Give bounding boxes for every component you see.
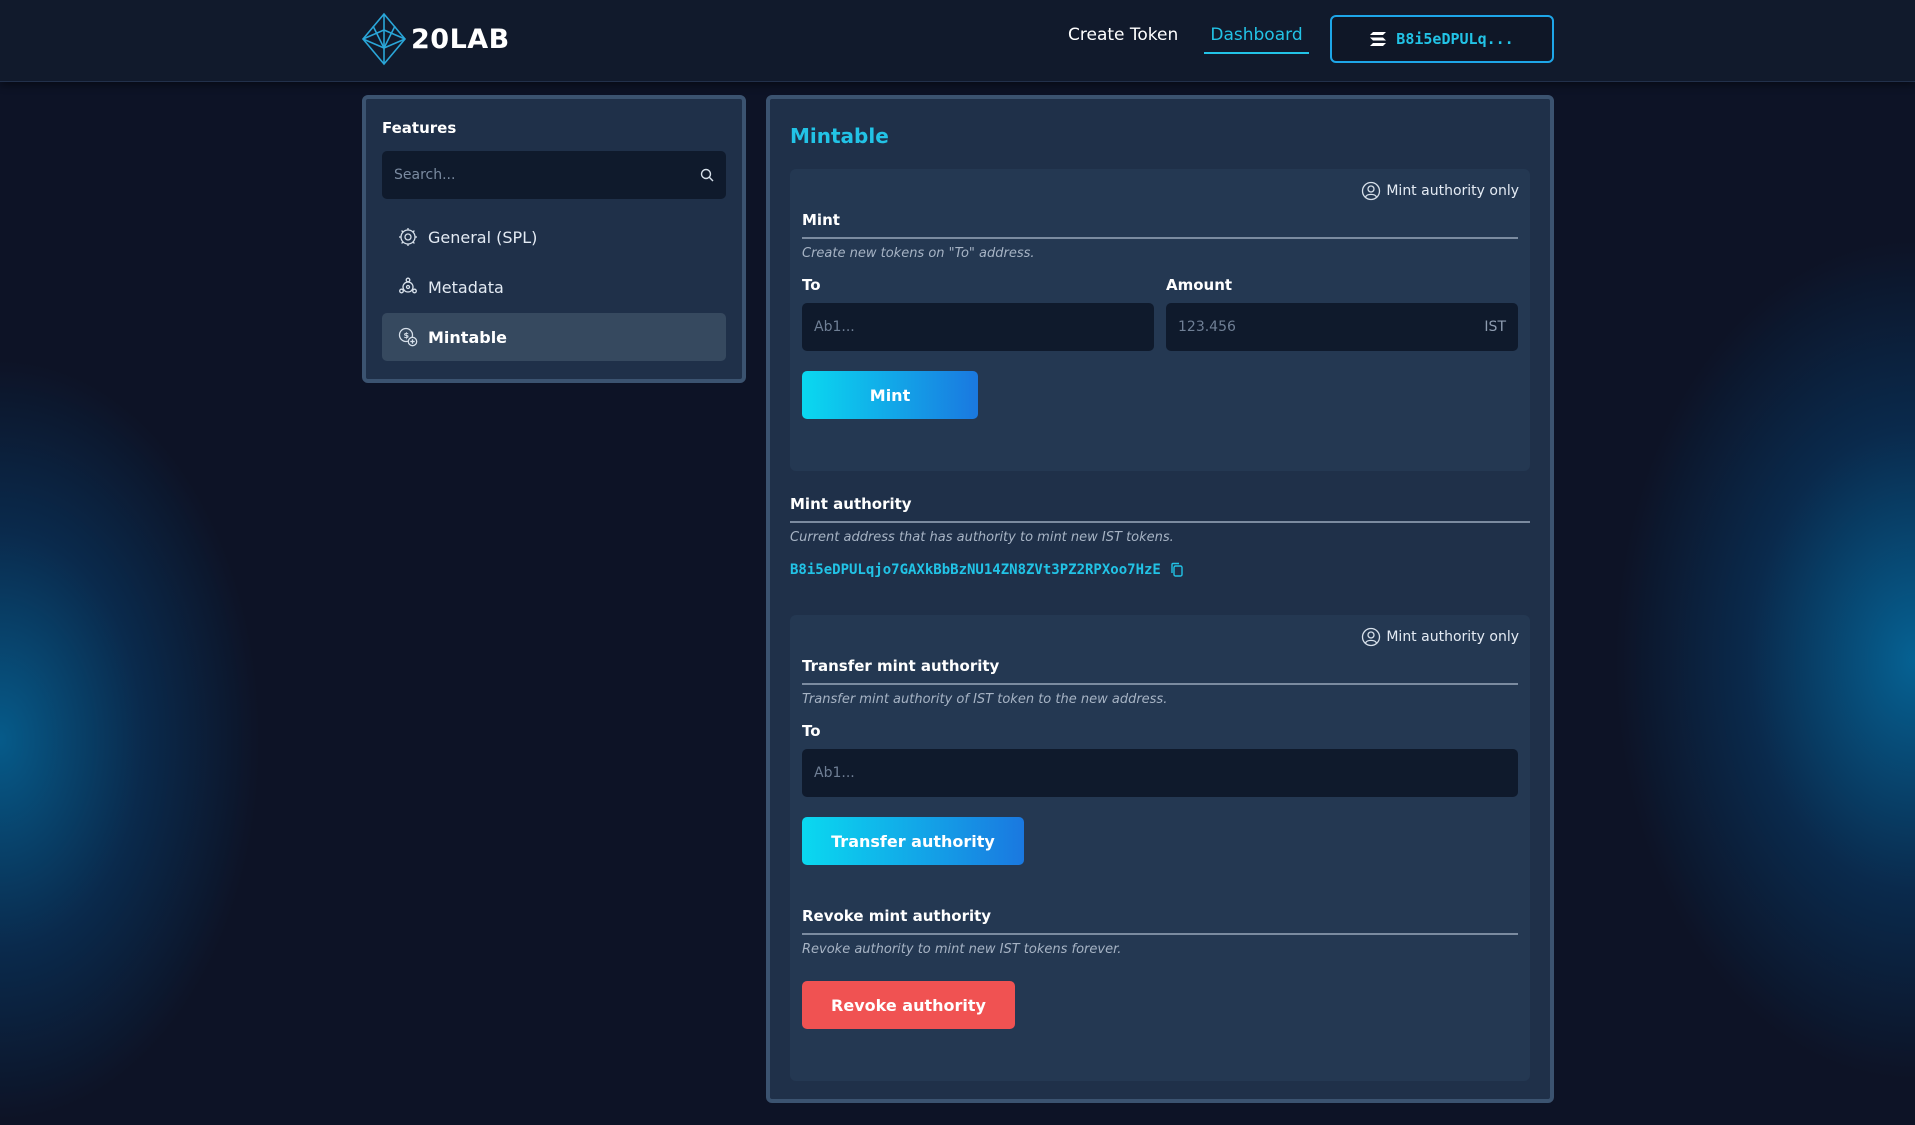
badge-label: Mint authority only <box>1386 629 1519 645</box>
divider <box>790 521 1530 523</box>
transfer-to-input[interactable] <box>814 765 1506 781</box>
top-header: 20LAB Create Token Dashboard B8i5eDPULq.… <box>0 0 1915 82</box>
main-panel: Mintable Mint authority only Mint Create… <box>766 95 1554 1103</box>
mint-section-title: Mint <box>802 211 840 229</box>
mint-button[interactable]: Mint <box>802 371 978 419</box>
nav-dashboard[interactable]: Dashboard <box>1204 25 1309 54</box>
revoke-authority-button[interactable]: Revoke authority <box>802 981 1015 1029</box>
mint-authority-badge: Mint authority only <box>1361 181 1519 201</box>
to-label: To <box>802 276 821 294</box>
user-icon <box>1362 181 1381 201</box>
mint-amount-field[interactable]: IST <box>1166 303 1518 351</box>
divider <box>802 237 1518 239</box>
badge-label: Mint authority only <box>1386 183 1519 199</box>
sidebar-item-general[interactable]: General (SPL) <box>382 213 726 261</box>
copy-icon[interactable] <box>1169 562 1185 578</box>
mint-to-field[interactable] <box>802 303 1154 351</box>
wallet-address-short: B8i5eDPULq... <box>1396 30 1514 48</box>
mint-authority-title: Mint authority <box>790 495 912 513</box>
transfer-section-title: Transfer mint authority <box>802 657 1000 675</box>
amount-unit: IST <box>1484 319 1506 335</box>
revoke-section-title: Revoke mint authority <box>802 907 992 925</box>
page-title: Mintable <box>790 124 889 148</box>
features-sidebar: Features General (SPL) <box>362 95 746 383</box>
nav-create-token[interactable]: Create Token <box>1068 25 1178 45</box>
solana-icon <box>1370 32 1387 46</box>
sidebar-title: Features <box>382 119 457 137</box>
transfer-to-field[interactable] <box>802 749 1518 797</box>
metadata-icon <box>399 277 417 294</box>
search-input[interactable] <box>394 167 700 183</box>
mint-description: Create new tokens on "To" address. <box>802 246 1035 261</box>
to-label: To <box>802 722 821 740</box>
revoke-description: Revoke authority to mint new IST tokens … <box>802 942 1122 957</box>
mint-icon: $ <box>398 327 418 347</box>
mint-authority-badge: Mint authority only <box>1361 627 1519 647</box>
sidebar-item-mintable[interactable]: $ Mintable <box>382 313 726 361</box>
mint-authority-address-row: B8i5eDPULqjo7GAXkBbBzNU14ZN8ZVt3PZ2RPXoo… <box>790 562 1185 578</box>
gear-icon <box>399 228 417 246</box>
wallet-button[interactable]: B8i5eDPULq... <box>1330 15 1554 63</box>
divider <box>802 683 1518 685</box>
mint-card: Mint authority only Mint Create new toke… <box>790 169 1530 471</box>
logo-icon <box>361 12 407 66</box>
amount-label: Amount <box>1166 276 1233 294</box>
search-box[interactable] <box>382 151 726 199</box>
divider <box>802 933 1518 935</box>
mint-to-input[interactable] <box>814 319 1142 335</box>
sidebar-item-label: Mintable <box>428 327 508 347</box>
logo-text: 20LAB <box>411 23 510 55</box>
mint-authority-address[interactable]: B8i5eDPULqjo7GAXkBbBzNU14ZN8ZVt3PZ2RPXoo… <box>790 562 1161 578</box>
sidebar-item-metadata[interactable]: Metadata <box>382 263 726 311</box>
sidebar-item-label: Metadata <box>428 277 504 297</box>
search-icon[interactable] <box>700 168 714 182</box>
sidebar-item-label: General (SPL) <box>428 227 538 247</box>
transfer-authority-button[interactable]: Transfer authority <box>802 817 1024 865</box>
transfer-description: Transfer mint authority of IST token to … <box>802 692 1168 707</box>
user-icon <box>1362 627 1381 647</box>
mint-authority-description: Current address that has authority to mi… <box>790 530 1174 545</box>
logo[interactable]: 20LAB <box>361 12 510 66</box>
mint-amount-input[interactable] <box>1178 319 1485 335</box>
transfer-revoke-card: Mint authority only Transfer mint author… <box>790 615 1530 1081</box>
